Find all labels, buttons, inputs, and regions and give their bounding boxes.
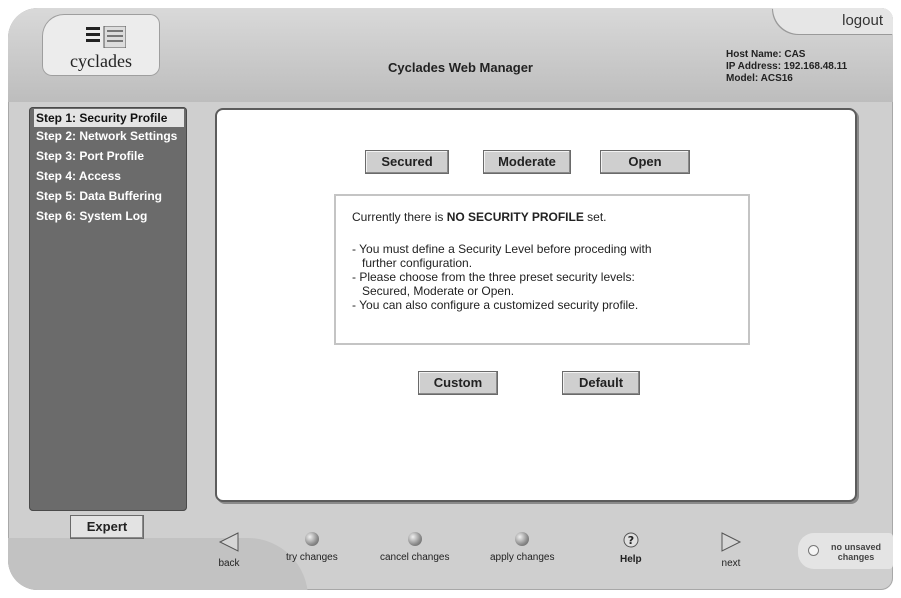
unsaved-status-text: no unsaved changes: [828, 542, 884, 562]
status-bold: NO SECURITY PROFILE: [446, 210, 584, 224]
cancel-changes-label: cancel changes: [380, 552, 450, 563]
logout-link[interactable]: logout: [842, 12, 883, 29]
apply-changes-icon: [515, 532, 530, 546]
sidebar-step-network-settings[interactable]: Step 2: Network Settings: [34, 127, 184, 145]
sidebar: Step 1: Security Profile Step 2: Network…: [29, 107, 187, 511]
status-suffix: set.: [583, 210, 607, 224]
moderate-button[interactable]: Moderate: [483, 150, 571, 174]
help-label: Help: [620, 554, 642, 565]
secured-button[interactable]: Secured: [365, 150, 449, 174]
unsaved-status-dot-icon: [808, 545, 819, 556]
help-button[interactable]: ? Help: [620, 532, 642, 565]
cancel-changes-button[interactable]: cancel changes: [380, 532, 450, 563]
apply-changes-label: apply changes: [490, 552, 555, 563]
bottom-swoosh: [8, 538, 308, 590]
help-question-icon: ?: [623, 532, 639, 548]
message-bullet-1: - You must define a Security Level befor…: [352, 242, 652, 256]
ip-address: IP Address: 192.168.48.11: [726, 61, 848, 72]
main-content-panel: Secured Moderate Open Currently there is…: [215, 108, 857, 502]
back-button[interactable]: back: [218, 532, 240, 569]
sidebar-step-access[interactable]: Step 4: Access: [34, 167, 184, 185]
unsaved-status: no unsaved changes: [798, 533, 893, 569]
open-button[interactable]: Open: [600, 150, 690, 174]
back-arrow-icon: [218, 532, 239, 552]
sidebar-step-data-buffering[interactable]: Step 5: Data Buffering: [34, 187, 184, 205]
default-button[interactable]: Default: [562, 371, 640, 395]
security-message-box: Currently there is NO SECURITY PROFILE s…: [334, 194, 750, 345]
cyclades-logo-mark-icon: [86, 26, 126, 48]
host-name: Host Name: CAS: [726, 49, 806, 60]
next-arrow-icon: [721, 532, 742, 552]
try-changes-button[interactable]: try changes: [286, 532, 338, 563]
message-bullet-3: - You can also configure a customized se…: [352, 298, 639, 312]
security-status-line: Currently there is NO SECURITY PROFILE s…: [352, 210, 607, 224]
next-label: next: [721, 558, 741, 569]
sidebar-step-system-log[interactable]: Step 6: System Log: [34, 207, 184, 225]
apply-changes-button[interactable]: apply changes: [490, 532, 555, 563]
next-button[interactable]: next: [720, 532, 742, 569]
message-bullet-2-cont: Secured, Moderate or Open.: [362, 284, 515, 298]
message-bullet-2: - Please choose from the three preset se…: [352, 270, 635, 284]
status-prefix: Currently there is: [352, 210, 447, 224]
host-info: Host Name: CAS IP Address: 192.168.48.11…: [726, 49, 847, 85]
unsaved-line-1: no unsaved: [830, 542, 881, 552]
back-label: back: [218, 558, 240, 569]
unsaved-line-2: changes: [837, 552, 875, 562]
sidebar-step-port-profile[interactable]: Step 3: Port Profile: [34, 147, 184, 165]
logo-box: cyclades: [42, 14, 160, 76]
app-title: Cyclades Web Manager: [388, 60, 533, 75]
expert-button[interactable]: Expert: [70, 515, 144, 539]
logo-text: cyclades: [70, 51, 132, 71]
cancel-changes-icon: [407, 532, 422, 546]
app-frame: cyclades logout Cyclades Web Manager Hos…: [8, 8, 893, 590]
custom-button[interactable]: Custom: [418, 371, 498, 395]
try-changes-label: try changes: [286, 552, 338, 563]
model: Model: ACS16: [726, 73, 793, 84]
svg-text:?: ?: [628, 534, 634, 547]
message-bullet-1-cont: further configuration.: [362, 256, 473, 270]
try-changes-icon: [304, 532, 319, 546]
sidebar-step-security-profile[interactable]: Step 1: Security Profile: [34, 109, 184, 127]
